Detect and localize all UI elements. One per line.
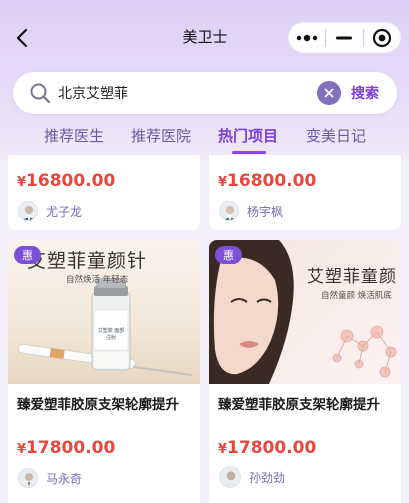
product-card[interactable]: ¥16800.00 尤子龙 — [8, 155, 200, 230]
clear-icon — [324, 88, 334, 98]
tab-recommended-hospitals[interactable]: 推荐医院 — [131, 125, 191, 146]
search-input[interactable] — [58, 82, 308, 104]
price-label: ¥17800.00 — [17, 438, 116, 458]
more-dots-icon — [296, 34, 318, 41]
active-tab-indicator — [232, 151, 266, 154]
doctor-info[interactable]: 杨宇枫 — [219, 201, 283, 221]
product-image: 艾塑菲童颜 自然童颜 焕活肌底 惠 — [209, 240, 401, 384]
page-title: 美卫士 — [182, 28, 228, 46]
avatar — [219, 201, 239, 221]
price-label: ¥16800.00 — [218, 171, 317, 191]
tab-hot-projects[interactable]: 热门项目 — [218, 125, 278, 146]
price-label: ¥17800.00 — [218, 438, 317, 458]
avatar — [219, 466, 241, 488]
search-icon — [30, 83, 51, 104]
doctor-info[interactable]: 孙劲劲 — [219, 466, 285, 488]
more-button[interactable] — [289, 23, 325, 52]
product-card[interactable]: 艾塑菲童颜 自然童颜 焕活肌底 惠 臻爱塑菲胶原支架轮廓提升 ¥17800.00… — [209, 240, 401, 503]
minimize-button[interactable] — [326, 23, 362, 52]
image-subtitle: 自然童颜 焕活肌底 — [321, 291, 392, 301]
close-button[interactable] — [364, 23, 400, 52]
minimize-icon — [336, 36, 353, 39]
doctor-name: 杨宇枫 — [247, 204, 284, 219]
image-title: 艾塑菲童颜 — [307, 267, 397, 287]
vial-label: 艾塑菲 面部注射 — [97, 328, 125, 341]
search-bar: 搜索 — [13, 72, 397, 114]
doctor-name: 孙劲劲 — [249, 470, 286, 485]
tab-recommended-doctors[interactable]: 推荐医生 — [44, 125, 104, 146]
chevron-left-icon — [16, 28, 28, 48]
doctor-name: 尤子龙 — [46, 204, 83, 219]
doctor-info[interactable]: 尤子龙 — [18, 201, 82, 221]
discount-badge: 惠 — [215, 246, 242, 264]
doctor-name: 马永奇 — [46, 471, 83, 486]
product-card[interactable]: 艾塑菲童颜针 自然焕活 年轻态 艾塑菲 面部注射 惠 臻爱塑菲胶原支架轮廓提升 … — [8, 240, 200, 503]
tab-beauty-diary[interactable]: 变美日记 — [306, 125, 366, 146]
category-tabs: 推荐医生 推荐医院 热门项目 变美日记 — [0, 125, 409, 155]
avatar — [18, 201, 38, 221]
mini-program-capsule — [288, 22, 401, 53]
search-button[interactable]: 搜索 — [351, 83, 391, 103]
discount-badge: 惠 — [14, 246, 41, 264]
image-title: 艾塑菲童颜针 — [27, 250, 148, 272]
product-title: 臻爱塑菲胶原支架轮廓提升 — [218, 397, 380, 413]
product-title: 臻爱塑菲胶原支架轮廓提升 — [17, 397, 179, 413]
image-subtitle: 自然焕活 年轻态 — [66, 275, 129, 285]
target-close-icon — [372, 28, 391, 47]
price-label: ¥16800.00 — [17, 171, 116, 191]
product-card[interactable]: ¥16800.00 杨宇枫 — [209, 155, 401, 230]
doctor-info[interactable]: 马永奇 — [18, 468, 82, 488]
product-image: 艾塑菲童颜针 自然焕活 年轻态 艾塑菲 面部注射 惠 — [8, 240, 200, 384]
clear-search-button[interactable] — [317, 81, 341, 105]
avatar — [18, 468, 38, 488]
back-button[interactable] — [10, 24, 34, 52]
